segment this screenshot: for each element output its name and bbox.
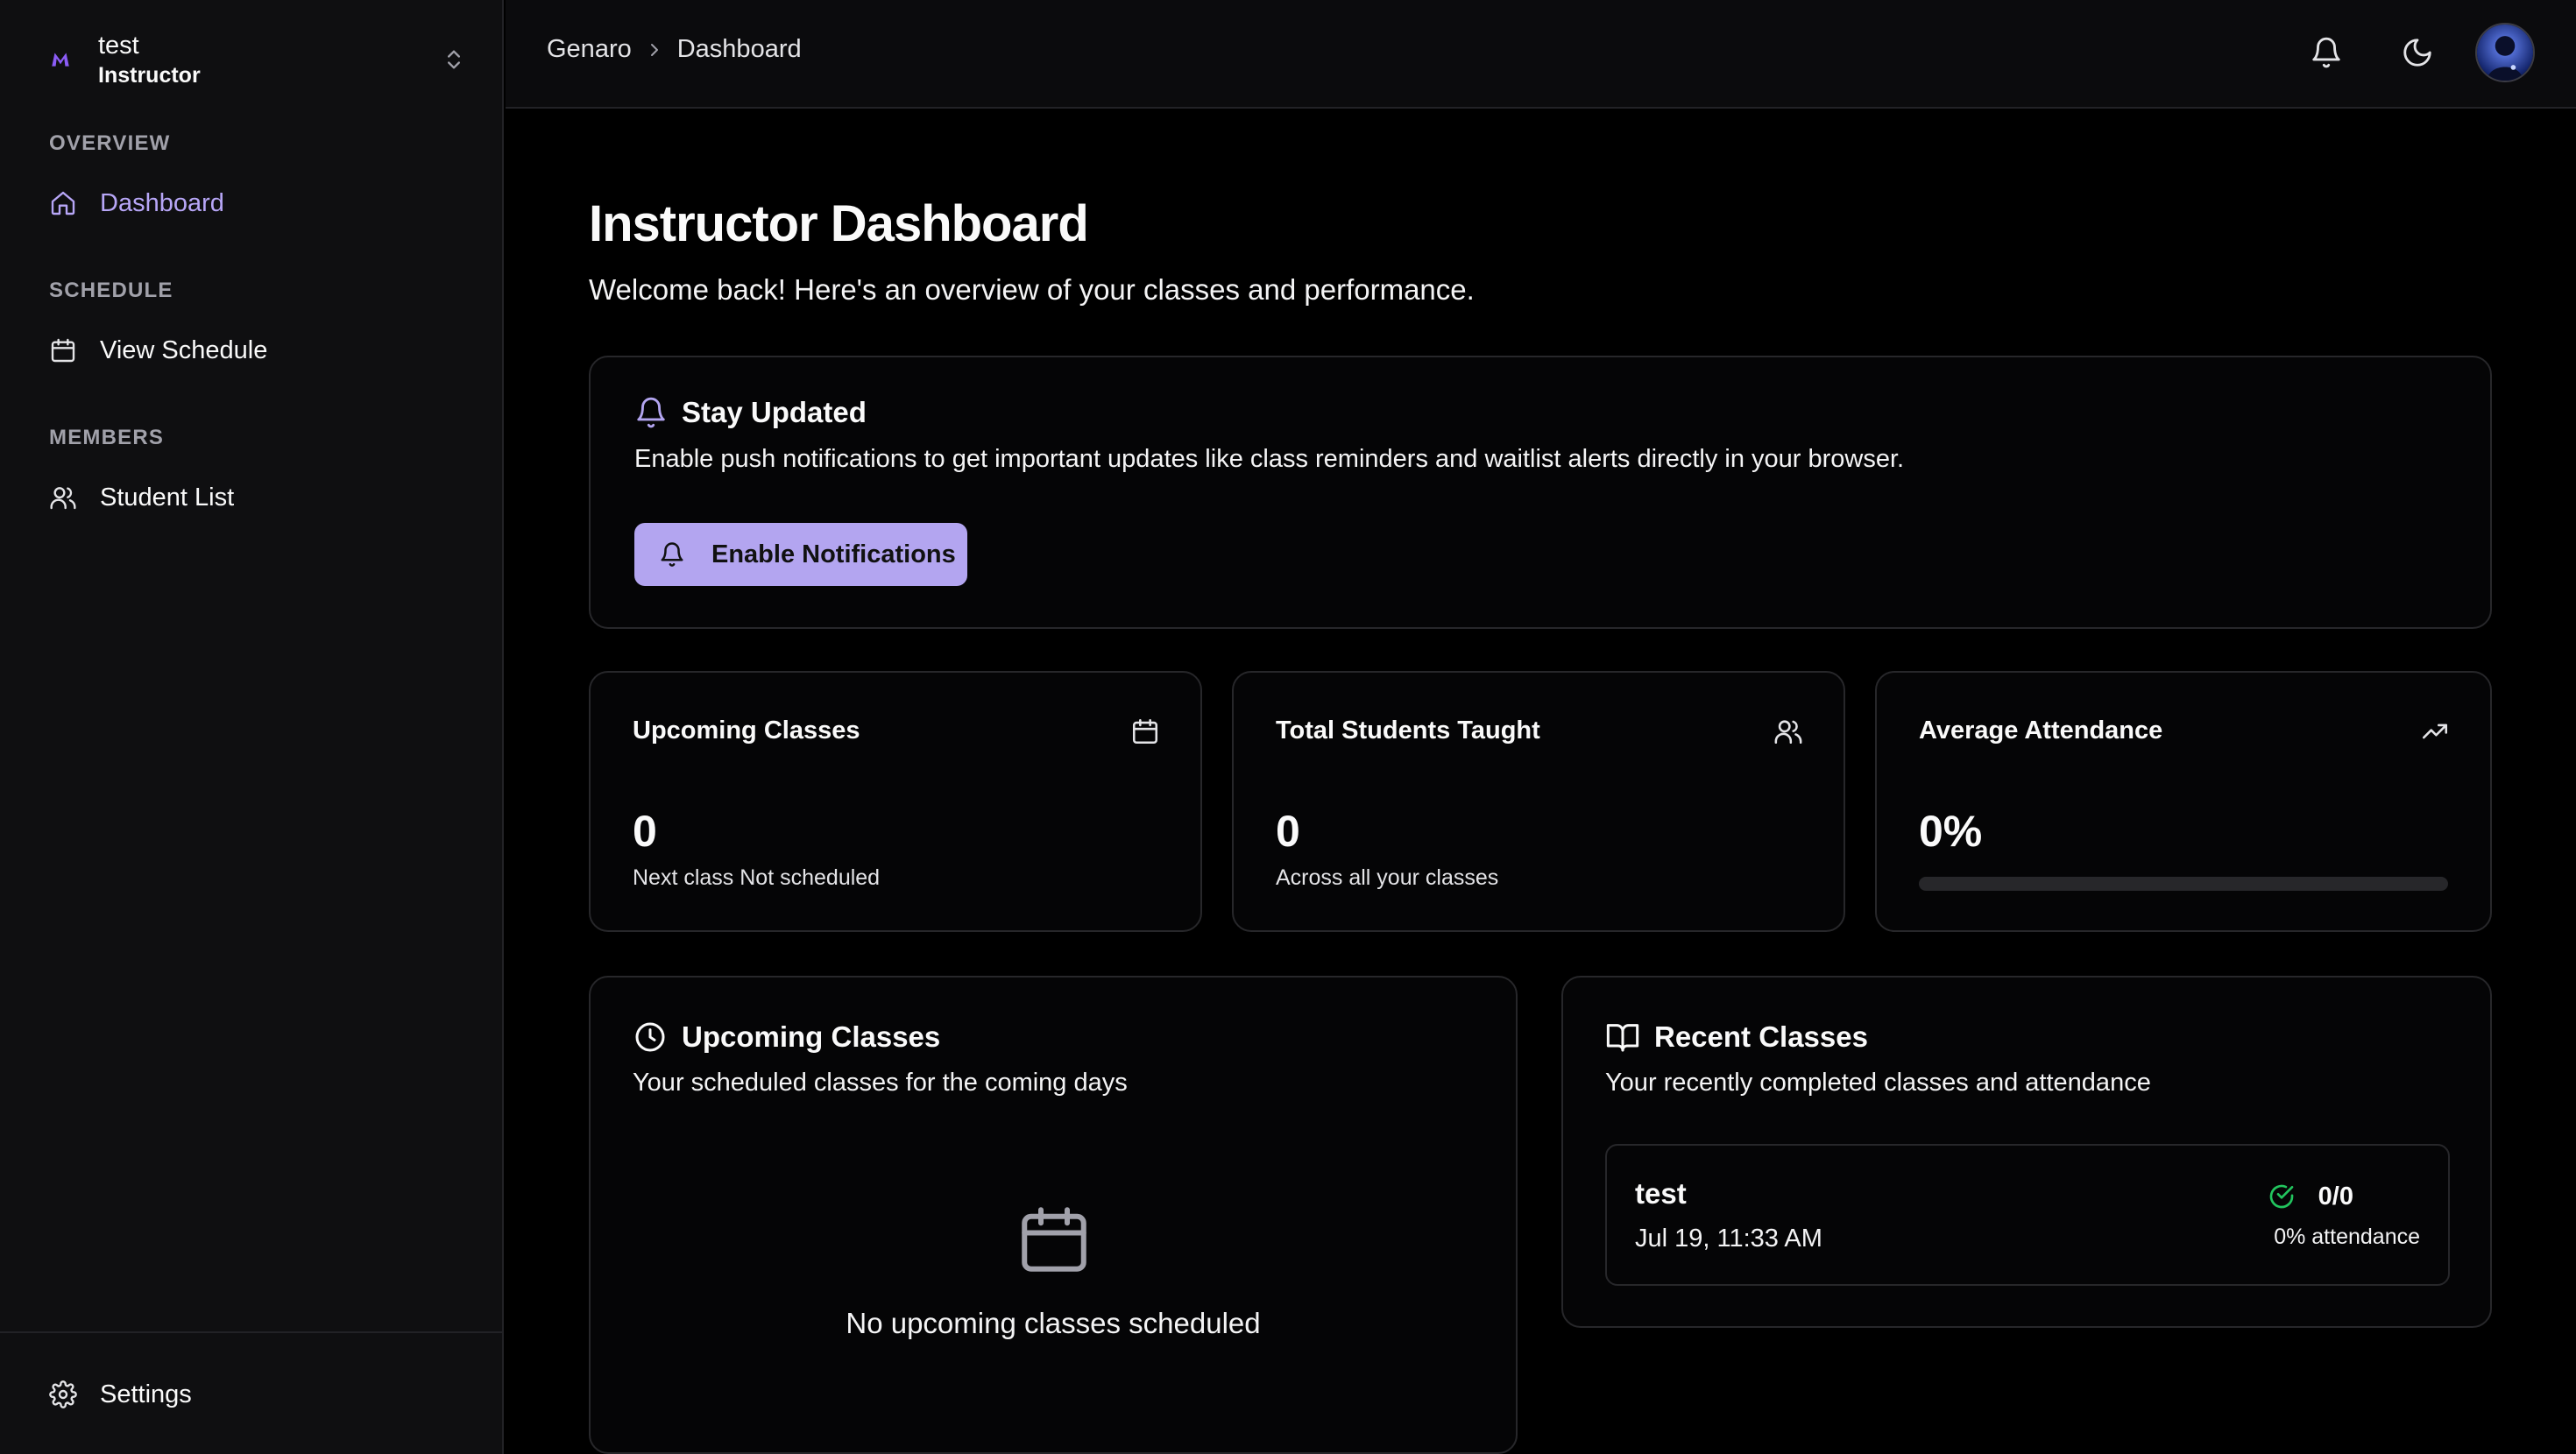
breadcrumb: Genaro Dashboard [547,35,802,64]
upcoming-classes-title: Upcoming Classes [633,1020,940,1055]
bell-icon [637,397,665,428]
gear-icon [49,1380,77,1408]
breadcrumb-item-genaro[interactable]: Genaro [547,35,632,64]
recent-class-item[interactable]: test Jul 19, 11:33 AM 0/0 0% attendance [1605,1144,2450,1286]
notifications-card-title: Stay Updated [634,396,867,429]
sidebar-item-settings[interactable]: Settings [37,1368,466,1421]
avatar[interactable] [2475,23,2535,82]
users-icon [1774,720,1802,745]
calendar-icon [51,338,75,363]
stat-label: Upcoming Classes [633,716,860,745]
check-circle-icon [2269,1184,2294,1209]
users-icon [50,487,76,510]
app-root: test Instructor OVERVIEW Dashboard SCHED… [0,0,2576,1454]
recent-classes-title: Recent Classes [1605,1020,1868,1055]
stat-card-average-attendance: Average Attendance 0% [1875,671,2492,932]
stat-note: Next class Not scheduled [633,865,881,890]
chevron-right-icon [650,43,658,56]
avatar-image [2477,25,2533,81]
enable-notifications-button[interactable]: Enable Notifications [634,523,967,586]
team-name: test [98,32,139,60]
recent-classes-description: Your recently completed classes and atte… [1605,1069,2151,1097]
notifications-button[interactable] [2298,25,2354,81]
notifications-description: Enable push notifications to get importa… [634,445,1905,473]
sidebar-item-label: Dashboard [100,188,224,217]
clock-icon [635,1022,665,1052]
notifications-title-text: Stay Updated [682,396,867,428]
sidebar: test Instructor OVERVIEW Dashboard SCHED… [0,0,504,1454]
sidebar-item-student-list[interactable]: Student List [37,471,466,524]
top-header: Genaro Dashboard [506,0,2576,109]
upcoming-classes-title-text: Upcoming Classes [682,1020,941,1053]
stat-card-total-students: Total Students Taught 0 Across all your … [1232,671,1845,932]
calendar-icon [1022,1207,1086,1272]
bell-icon [2312,37,2340,68]
page-title: Instructor Dashboard [589,195,1089,252]
group-label-schedule: SCHEDULE [49,279,173,302]
book-open-icon [1606,1024,1639,1052]
moon-icon [2403,39,2431,67]
page-subtitle: Welcome back! Here's an overview of your… [589,273,1475,306]
team-logo-icon [52,53,69,67]
upcoming-classes-card: Upcoming Classes Your scheduled classes … [589,976,1518,1454]
home-icon [51,191,75,215]
stat-label: Average Attendance [1919,716,2163,745]
stat-card-upcoming-classes: Upcoming Classes 0 Next class Not schedu… [589,671,1202,932]
group-label-overview: OVERVIEW [49,131,171,155]
calendar-icon [1132,718,1158,745]
stat-value: 0% [1919,807,1983,856]
team-role: Instructor [98,63,201,88]
enable-notifications-label: Enable Notifications [711,540,956,568]
sidebar-item-label: Settings [100,1380,192,1408]
stat-note: Across all your classes [1276,865,1499,890]
sidebar-item-dashboard[interactable]: Dashboard [37,177,466,229]
main-content: Instructor Dashboard Welcome back! Here'… [506,110,2576,1454]
recent-classes-card: Recent Classes Your recently completed c… [1561,976,2492,1328]
stat-value: 0 [1276,807,1300,856]
sidebar-item-label: Student List [100,483,235,512]
team-text: test Instructor [98,30,442,89]
sidebar-item-view-schedule[interactable]: View Schedule [37,324,466,377]
breadcrumb-item-dashboard: Dashboard [676,35,802,63]
sidebar-footer: Settings [0,1331,504,1454]
attendance-progress-bar [1919,877,2448,891]
team-switcher[interactable]: test Instructor [49,26,466,93]
recent-class-date: Jul 19, 11:33 AM [1635,1225,1822,1253]
chevrons-up-down-icon [447,50,460,69]
recent-class-count: 0/0 [2318,1182,2353,1210]
theme-toggle-button[interactable] [2389,25,2445,81]
recent-classes-title-text: Recent Classes [1654,1020,1868,1053]
recent-class-name: test [1635,1177,1687,1210]
stat-label: Total Students Taught [1276,716,1540,745]
recent-class-attendance: 0% attendance [2274,1225,2420,1249]
empty-state-text: No upcoming classes scheduled [846,1307,1261,1339]
group-label-members: MEMBERS [49,426,165,449]
trending-up-icon [2422,723,2448,739]
stat-value: 0 [633,807,657,856]
sidebar-item-label: View Schedule [100,335,268,364]
bell-icon [661,542,683,567]
notifications-card: Stay Updated Enable push notifications t… [589,356,2492,629]
upcoming-classes-description: Your scheduled classes for the coming da… [633,1069,1128,1097]
